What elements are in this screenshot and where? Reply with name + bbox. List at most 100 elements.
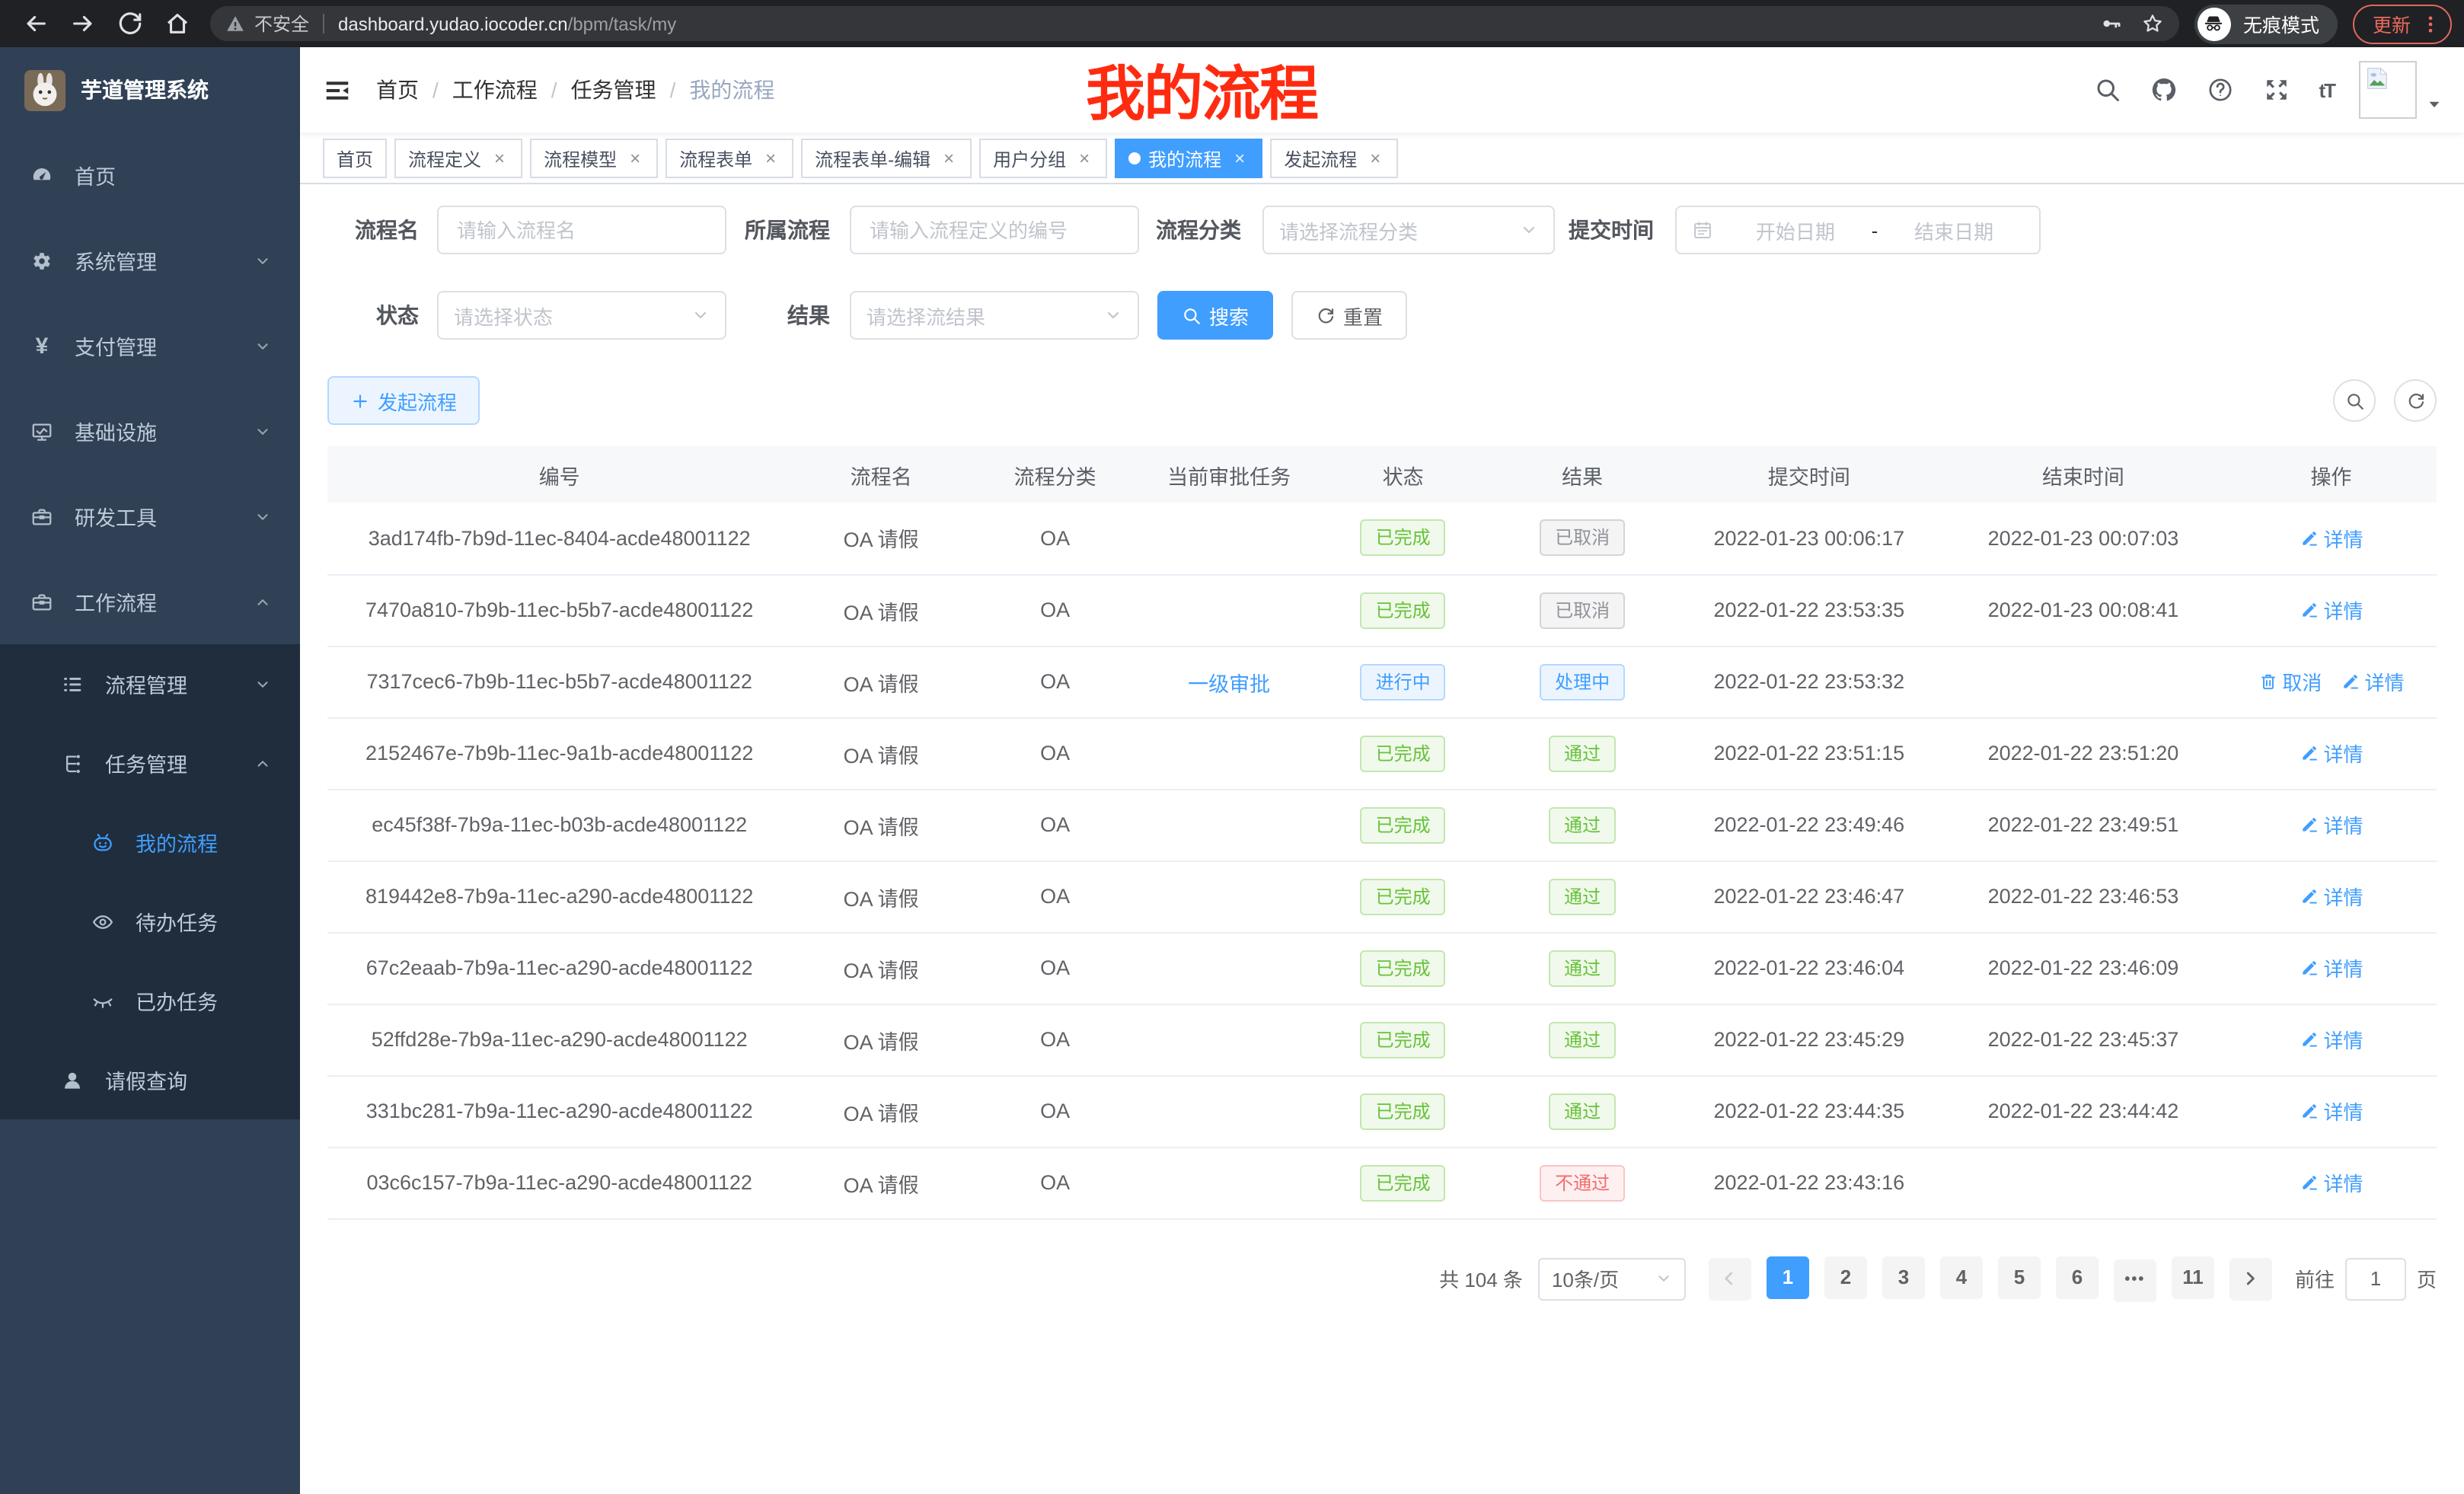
start-process-button[interactable]: 发起流程 xyxy=(327,376,480,425)
tab-流程表单[interactable]: 流程表单× xyxy=(665,139,793,178)
result-select[interactable]: 请选择流结果 xyxy=(850,291,1139,340)
help-icon[interactable] xyxy=(2206,76,2233,104)
tab-流程模型[interactable]: 流程模型× xyxy=(530,139,658,178)
breadcrumb-item[interactable]: 工作流程 xyxy=(452,75,538,105)
cell-result: 不通过 xyxy=(1487,1147,1677,1218)
status-select[interactable]: 请选择状态 xyxy=(437,291,726,340)
app-logo[interactable]: 芋道管理系统 xyxy=(0,47,300,132)
table-row: 52ffd28e-7b9a-11ec-a290-acde48001122OA 请… xyxy=(327,1004,2437,1075)
calendar-icon xyxy=(1692,219,1713,241)
process-name-input[interactable] xyxy=(437,206,726,254)
sidebar-item-请假查询[interactable]: 请假查询 xyxy=(0,1040,300,1119)
详情-action-link[interactable]: 详情 xyxy=(2340,667,2404,696)
category-select[interactable]: 请选择流程分类 xyxy=(1262,206,1555,254)
sidebar-item-任务管理[interactable]: 任务管理 xyxy=(0,723,300,803)
cell-task xyxy=(1139,789,1318,860)
cell-end-time xyxy=(1941,646,2226,717)
update-button[interactable]: 更新 xyxy=(2353,4,2452,43)
详情-action-link[interactable]: 详情 xyxy=(2299,524,2363,553)
breadcrumb-item[interactable]: 首页 xyxy=(376,75,419,105)
search-icon[interactable] xyxy=(2093,76,2121,104)
page-button-6[interactable]: 6 xyxy=(2056,1256,2099,1298)
page-button-3[interactable]: 3 xyxy=(1882,1256,1925,1298)
avatar[interactable] xyxy=(2359,61,2417,119)
prev-page-button[interactable] xyxy=(1709,1257,1751,1300)
avatar-caret-icon[interactable] xyxy=(2426,95,2443,112)
close-icon[interactable]: × xyxy=(761,148,780,169)
process-definition-input[interactable] xyxy=(850,206,1139,254)
font-size-icon[interactable]: tT xyxy=(2319,78,2335,101)
page-ellipsis[interactable]: ••• xyxy=(2114,1259,2156,1301)
next-page-button[interactable] xyxy=(2229,1257,2272,1300)
详情-action-link[interactable]: 详情 xyxy=(2299,595,2363,624)
table-row: 7317cec6-7b9b-11ec-b5b7-acde48001122OA 请… xyxy=(327,646,2437,717)
sidebar-item-基础设施[interactable]: 基础设施 xyxy=(0,388,300,474)
sidebar-item-label: 研发工具 xyxy=(75,501,157,532)
back-icon[interactable] xyxy=(23,11,49,37)
url-bar[interactable]: 不安全 dashboard.yudao.iocoder.cn/bpm/task/… xyxy=(210,6,2179,41)
page-button-2[interactable]: 2 xyxy=(1824,1256,1867,1298)
table-row: 3ad174fb-7b9d-11ec-8404-acde48001122OA 请… xyxy=(327,503,2437,574)
refresh-table-button[interactable] xyxy=(2394,379,2437,422)
page-button-5[interactable]: 5 xyxy=(1998,1256,2041,1298)
sidebar-item-首页[interactable]: 首页 xyxy=(0,132,300,218)
tab-首页[interactable]: 首页 xyxy=(323,139,387,178)
show-search-button[interactable] xyxy=(2333,379,2376,422)
reset-button[interactable]: 重置 xyxy=(1291,291,1407,340)
close-icon[interactable]: × xyxy=(1075,148,1093,169)
result-badge: 通过 xyxy=(1549,1093,1616,1129)
breadcrumb-item[interactable]: 任务管理 xyxy=(571,75,656,105)
sidebar-item-工作流程[interactable]: 工作流程 xyxy=(0,559,300,644)
search-button[interactable]: 搜索 xyxy=(1157,291,1273,340)
详情-action-link[interactable]: 详情 xyxy=(2299,1168,2363,1197)
close-icon[interactable]: × xyxy=(626,148,644,169)
reload-icon[interactable] xyxy=(117,11,143,37)
sidebar-item-已办任务[interactable]: 已办任务 xyxy=(0,961,300,1040)
sidebar-item-研发工具[interactable]: 研发工具 xyxy=(0,474,300,559)
page-button-4[interactable]: 4 xyxy=(1940,1256,1983,1298)
详情-action-link[interactable]: 详情 xyxy=(2299,953,2363,982)
取消-action-link[interactable]: 取消 xyxy=(2258,667,2322,696)
page-button-11[interactable]: 11 xyxy=(2172,1256,2214,1298)
tab-我的流程[interactable]: 我的流程× xyxy=(1115,139,1262,178)
close-icon[interactable]: × xyxy=(490,148,509,169)
current-task-link[interactable]: 一级审批 xyxy=(1188,672,1270,695)
bookmark-star-icon[interactable] xyxy=(2141,12,2164,35)
cell-process-name: OA 请假 xyxy=(791,646,970,717)
sidebar-item-系统管理[interactable]: 系统管理 xyxy=(0,218,300,303)
flow-icon xyxy=(61,752,84,774)
cell-actions: 取消详情 xyxy=(2226,646,2437,717)
close-icon[interactable]: × xyxy=(1366,148,1384,169)
详情-action-link[interactable]: 详情 xyxy=(2299,739,2363,768)
page-size-select[interactable]: 10条/页 xyxy=(1538,1257,1686,1300)
home-icon[interactable] xyxy=(164,11,190,37)
sidebar-item-支付管理[interactable]: ¥支付管理 xyxy=(0,303,300,388)
fullscreen-icon[interactable] xyxy=(2262,76,2290,104)
sidebar-item-待办任务[interactable]: 待办任务 xyxy=(0,882,300,961)
tab-用户分组[interactable]: 用户分组× xyxy=(979,139,1107,178)
sidebar-item-我的流程[interactable]: 我的流程 xyxy=(0,803,300,882)
column-header-操作: 操作 xyxy=(2226,446,2437,503)
sidebar-item-流程管理[interactable]: 流程管理 xyxy=(0,644,300,723)
cell-status: 已完成 xyxy=(1319,860,1488,932)
page-button-1[interactable]: 1 xyxy=(1767,1256,1809,1298)
close-icon[interactable]: × xyxy=(940,148,958,169)
search-icon xyxy=(2344,391,2364,410)
详情-action-link[interactable]: 详情 xyxy=(2299,1025,2363,1054)
pagination: 共 104 条 10条/页 123456•••11 前往 页 xyxy=(327,1256,2437,1301)
tab-流程表单-编辑[interactable]: 流程表单-编辑× xyxy=(801,139,972,178)
tab-发起流程[interactable]: 发起流程× xyxy=(1270,139,1398,178)
browser-menu-icon[interactable] xyxy=(2420,13,2441,34)
详情-action-link[interactable]: 详情 xyxy=(2299,810,2363,839)
github-icon[interactable] xyxy=(2150,76,2177,104)
password-key-icon[interactable] xyxy=(2100,12,2123,35)
close-icon[interactable]: × xyxy=(1230,148,1249,169)
submit-time-range-picker[interactable]: 开始日期 - 结束日期 xyxy=(1675,206,2041,254)
collapse-sidebar-icon[interactable] xyxy=(323,75,352,104)
goto-page-input[interactable] xyxy=(2345,1257,2406,1300)
详情-action-link[interactable]: 详情 xyxy=(2299,1097,2363,1125)
详情-action-link[interactable]: 详情 xyxy=(2299,882,2363,911)
forward-icon[interactable] xyxy=(70,11,96,37)
result-badge: 通过 xyxy=(1549,735,1616,771)
tab-流程定义[interactable]: 流程定义× xyxy=(394,139,522,178)
